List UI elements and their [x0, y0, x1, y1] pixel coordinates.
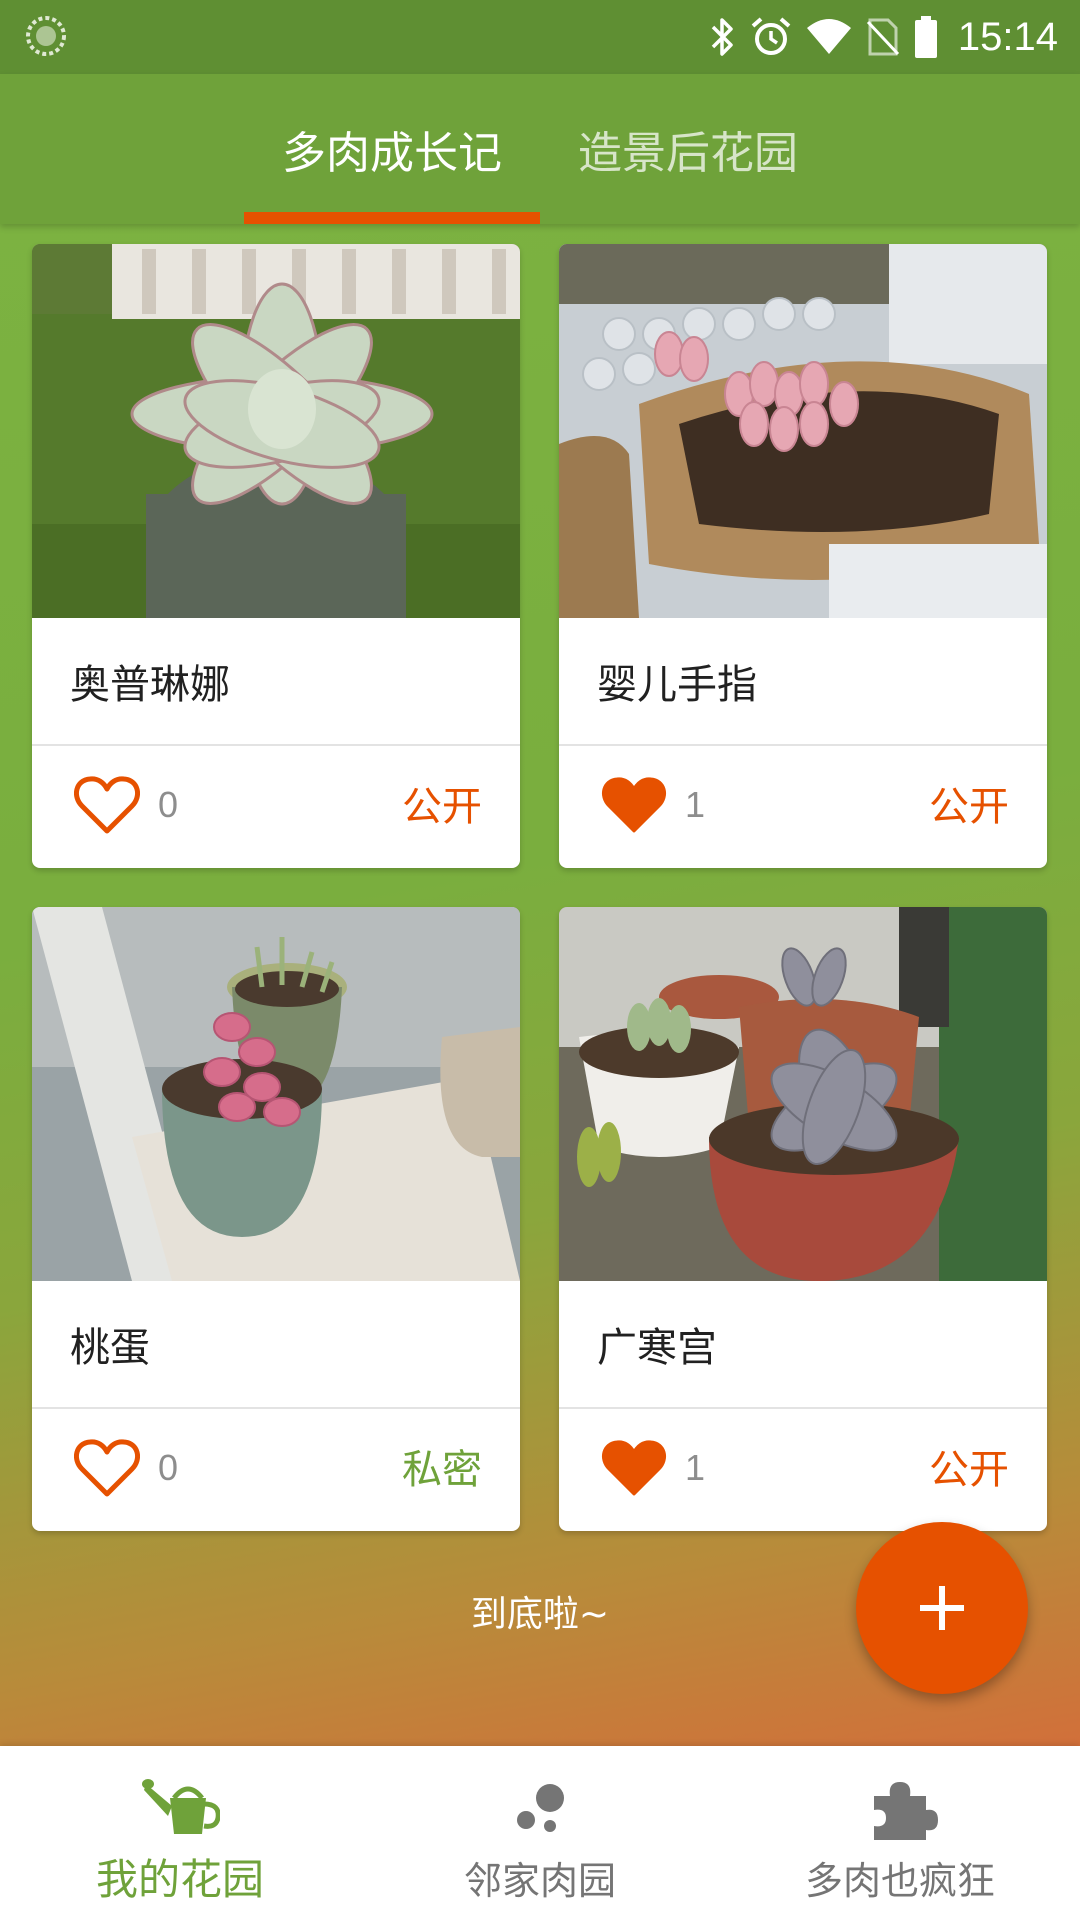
status-time: 15:14 — [957, 14, 1058, 59]
plant-name: 广寒宫 — [597, 1325, 717, 1371]
alarm-icon — [751, 17, 791, 55]
nav-label: 邻家肉园 — [463, 1859, 616, 1903]
plant-card[interactable]: 广寒宫 1 公开 — [559, 907, 1047, 1531]
nav-crazy-succulents[interactable]: 多肉也疯狂 — [720, 1746, 1080, 1920]
battery-icon — [914, 16, 937, 58]
plant-photo[interactable] — [32, 907, 520, 1281]
divider — [32, 744, 520, 746]
visibility-label: 公开 — [929, 784, 1009, 830]
nav-my-garden[interactable]: 我的花园 — [0, 1746, 360, 1920]
plant-name: 婴儿手指 — [597, 662, 757, 708]
tab-landscape-garden[interactable]: 造景后花园 — [540, 74, 836, 224]
no-sim-icon — [866, 18, 899, 56]
divider — [559, 744, 1047, 746]
like-count: 1 — [685, 1447, 706, 1488]
like-count: 0 — [158, 1447, 179, 1488]
add-plant-button[interactable] — [856, 1522, 1028, 1694]
like-count: 1 — [685, 784, 706, 825]
plant-card[interactable]: 桃蛋 0 私密 — [32, 907, 520, 1531]
visibility-label: 公开 — [402, 784, 482, 830]
tab-growth-journal[interactable]: 多肉成长记 — [244, 74, 540, 224]
plant-card[interactable]: 奥普琳娜 0 公开 — [32, 244, 520, 868]
plant-photo[interactable] — [32, 244, 520, 618]
plant-photo[interactable] — [559, 907, 1047, 1281]
bottom-navigation: 我的花园 邻家肉园 多肉也疯狂 — [0, 1746, 1080, 1920]
bubbles-icon — [517, 1784, 564, 1832]
tab-bar: 多肉成长记 造景后花园 — [0, 74, 1080, 224]
puzzle-icon — [874, 1782, 938, 1840]
nav-neighbor-garden[interactable]: 邻家肉园 — [360, 1746, 720, 1920]
tab-indicator — [244, 212, 540, 224]
like-count: 0 — [158, 784, 179, 825]
heart-outline-icon[interactable] — [74, 774, 140, 836]
nav-label: 我的花园 — [95, 1855, 264, 1904]
visibility-label: 公开 — [929, 1447, 1009, 1493]
heart-filled-icon[interactable] — [601, 1437, 667, 1499]
app-screen: 15:14 多肉成长记 造景后花园 奥普琳娜 0 公开 婴儿手指 1 公开 桃蛋… — [0, 0, 1080, 1920]
plant-name: 桃蛋 — [70, 1325, 150, 1371]
status-bar: 15:14 — [0, 0, 1080, 74]
watering-can-icon — [142, 1779, 220, 1834]
visibility-label: 私密 — [402, 1447, 482, 1493]
heart-filled-icon[interactable] — [601, 774, 667, 836]
plant-card[interactable]: 婴儿手指 1 公开 — [559, 244, 1047, 868]
wifi-icon — [806, 19, 851, 54]
plant-photo[interactable] — [559, 244, 1047, 618]
bluetooth-icon — [711, 18, 733, 56]
divider — [32, 1407, 520, 1409]
heart-outline-icon[interactable] — [74, 1437, 140, 1499]
divider — [559, 1407, 1047, 1409]
loading-icon — [26, 16, 66, 56]
plus-icon — [920, 1586, 964, 1630]
plant-name: 奥普琳娜 — [70, 662, 230, 708]
nav-label: 多肉也疯狂 — [804, 1859, 995, 1903]
